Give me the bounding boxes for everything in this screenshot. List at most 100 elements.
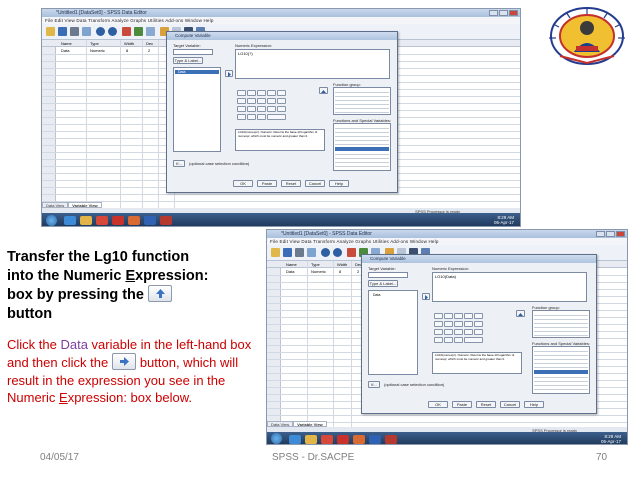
reset-button[interactable]: Reset: [281, 180, 301, 187]
cell-width[interactable]: 8: [126, 48, 128, 53]
move-function-up-button[interactable]: [516, 310, 525, 317]
powerpoint-icon[interactable]: [128, 216, 140, 225]
keypad-key[interactable]: [277, 106, 286, 112]
open-icon[interactable]: [271, 248, 280, 257]
numeric-expression-box[interactable]: LG10(?): [235, 49, 390, 79]
keypad-key[interactable]: [444, 313, 453, 319]
keypad-key[interactable]: [257, 106, 266, 112]
close-button[interactable]: [616, 231, 625, 237]
maximize-button[interactable]: [606, 231, 615, 237]
keypad-key[interactable]: [464, 329, 473, 335]
move-variable-button[interactable]: [225, 70, 233, 77]
goto-case-icon[interactable]: [122, 27, 131, 36]
function-group-list[interactable]: [333, 87, 391, 115]
type-label-button[interactable]: Type & Label...: [173, 57, 203, 64]
keypad-key[interactable]: [454, 337, 463, 343]
variable-list[interactable]: Data: [368, 290, 418, 375]
keypad-key[interactable]: [267, 90, 276, 96]
keypad-key[interactable]: [247, 114, 256, 120]
spss-icon[interactable]: [160, 216, 172, 225]
keypad-key[interactable]: [267, 106, 276, 112]
close-button[interactable]: [509, 10, 518, 16]
variable-item-data[interactable]: Data: [373, 293, 380, 297]
menu-bar[interactable]: File Edit View Data Transform Analyze Gr…: [267, 238, 627, 245]
keypad-key[interactable]: [277, 90, 286, 96]
cancel-button[interactable]: Cancel: [500, 401, 520, 408]
keypad-key[interactable]: [454, 329, 463, 335]
paste-button[interactable]: Paste: [257, 180, 277, 187]
cell-name[interactable]: Data: [61, 48, 69, 53]
menu-bar[interactable]: File Edit View Data Transform Analyze Gr…: [42, 17, 520, 24]
keypad-key[interactable]: [247, 98, 256, 104]
word-icon[interactable]: [144, 216, 156, 225]
spss-icon[interactable]: [385, 435, 397, 444]
keypad-key[interactable]: [257, 98, 266, 104]
keypad-key[interactable]: [434, 313, 443, 319]
cell-width[interactable]: 8: [339, 269, 341, 274]
keypad-key[interactable]: [237, 106, 246, 112]
cell-type[interactable]: Numeric: [90, 48, 105, 53]
ok-button[interactable]: OK: [233, 180, 253, 187]
pdf-icon[interactable]: [337, 435, 349, 444]
start-button-icon[interactable]: [46, 215, 57, 226]
recall-dialog-icon[interactable]: [307, 248, 316, 257]
redo-icon[interactable]: [333, 248, 342, 257]
keypad-key[interactable]: [237, 114, 246, 120]
media-icon[interactable]: [96, 216, 108, 225]
variable-item-data[interactable]: Data: [178, 70, 185, 74]
keypad-key[interactable]: [434, 329, 443, 335]
cell-decimals[interactable]: 2: [148, 48, 150, 53]
type-label-button[interactable]: Type & Label...: [368, 280, 398, 287]
keypad-key[interactable]: [247, 106, 256, 112]
reset-button[interactable]: Reset: [476, 401, 496, 408]
keypad-key[interactable]: [267, 98, 276, 104]
keypad-key[interactable]: [464, 313, 473, 319]
explorer-icon[interactable]: [305, 435, 317, 444]
keypad-key[interactable]: [474, 321, 483, 327]
explorer-icon[interactable]: [80, 216, 92, 225]
save-icon[interactable]: [283, 248, 292, 257]
minimize-button[interactable]: [489, 10, 498, 16]
keypad-key[interactable]: [257, 90, 266, 96]
find-icon[interactable]: [146, 27, 155, 36]
undo-icon[interactable]: [96, 27, 105, 36]
word-icon[interactable]: [369, 435, 381, 444]
recall-dialog-icon[interactable]: [82, 27, 91, 36]
variables-icon[interactable]: [134, 27, 143, 36]
move-variable-button[interactable]: [422, 293, 430, 300]
keypad-key[interactable]: [464, 321, 473, 327]
start-button-icon[interactable]: [271, 433, 282, 444]
keypad-key[interactable]: [257, 114, 266, 120]
cell-decimals[interactable]: 2: [357, 269, 359, 274]
keypad-key[interactable]: [474, 313, 483, 319]
keypad-key[interactable]: [247, 90, 256, 96]
keypad-key[interactable]: [237, 98, 246, 104]
keypad-key[interactable]: [474, 329, 483, 335]
numeric-expression-box[interactable]: LG10(Data): [432, 272, 587, 302]
redo-icon[interactable]: [108, 27, 117, 36]
ok-button[interactable]: OK: [428, 401, 448, 408]
function-group-list[interactable]: [532, 310, 590, 338]
cell-type[interactable]: Numeric: [311, 269, 326, 274]
cell-name[interactable]: Data: [286, 269, 294, 274]
keypad-key[interactable]: [444, 329, 453, 335]
print-icon[interactable]: [70, 27, 79, 36]
undo-icon[interactable]: [321, 248, 330, 257]
move-function-up-button[interactable]: [319, 87, 328, 94]
keypad-key[interactable]: [454, 321, 463, 327]
maximize-button[interactable]: [499, 10, 508, 16]
keypad-key[interactable]: [237, 90, 246, 96]
help-button[interactable]: Help: [329, 180, 349, 187]
ie-icon[interactable]: [289, 435, 301, 444]
keypad-key[interactable]: [434, 321, 443, 327]
variable-list[interactable]: Data: [173, 67, 221, 152]
keypad-key[interactable]: [444, 321, 453, 327]
powerpoint-icon[interactable]: [353, 435, 365, 444]
keypad-key[interactable]: [277, 98, 286, 104]
media-icon[interactable]: [321, 435, 333, 444]
target-variable-input[interactable]: [173, 49, 213, 55]
ie-icon[interactable]: [64, 216, 76, 225]
print-icon[interactable]: [295, 248, 304, 257]
target-variable-input[interactable]: [368, 272, 408, 278]
keypad-key[interactable]: [267, 114, 286, 120]
